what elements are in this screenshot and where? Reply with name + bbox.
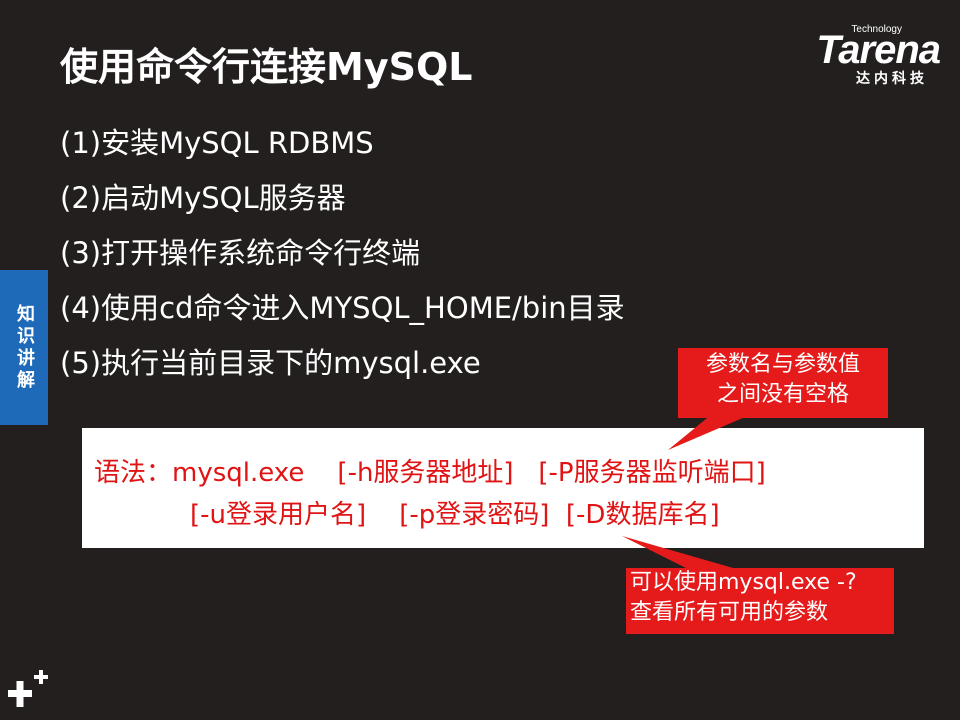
callout-top-line-2: 之间没有空格 [716,382,849,407]
callout-no-space-note: 参数名与参数值 之间没有空格 [678,348,888,418]
callout-bottom-pointer [622,536,740,570]
callout-top-line-1: 参数名与参数值 [705,352,860,377]
plus-plus-icon [8,670,48,707]
callout-bottom-line-1: 可以使用mysql.exe -? [630,570,857,595]
callout-help-note: 可以使用mysql.exe -? 查看所有可用的参数 [626,568,894,634]
callout-bottom-line-2: 查看所有可用的参数 [630,600,829,625]
callout-top-pointer [668,414,752,450]
